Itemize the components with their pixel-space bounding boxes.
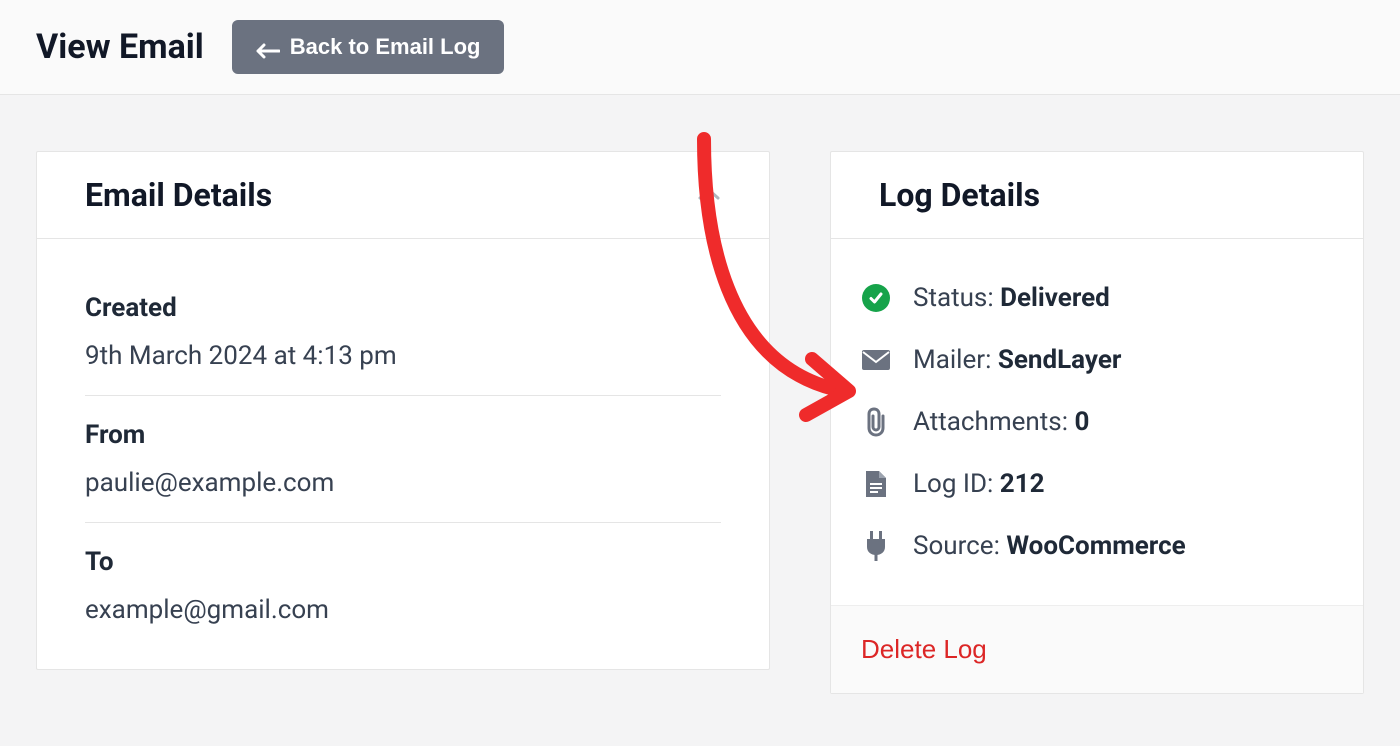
mailer-icon <box>861 345 891 375</box>
mailer-value: SendLayer <box>998 345 1122 375</box>
email-details-header[interactable]: Email Details <box>37 152 769 239</box>
log-details-header: Log Details <box>831 152 1363 239</box>
created-label: Created <box>85 293 721 323</box>
status-icon <box>861 283 891 313</box>
status-value: Delivered <box>1000 283 1110 313</box>
document-icon <box>864 469 888 499</box>
log-id-value: 212 <box>1000 469 1045 499</box>
log-row-status: Status: Delivered <box>861 267 1333 329</box>
page-header: View Email Back to Email Log <box>0 0 1400 95</box>
page-title: View Email <box>36 27 204 67</box>
mailer-text: Mailer: SendLayer <box>913 345 1121 375</box>
status-label: Status: <box>913 283 1000 313</box>
log-row-mailer: Mailer: SendLayer <box>861 329 1333 391</box>
field-from: From paulie@example.com <box>85 396 721 522</box>
attachments-text: Attachments: 0 <box>913 407 1089 437</box>
to-value: example@gmail.com <box>85 595 721 625</box>
from-label: From <box>85 420 721 450</box>
source-label: Source: <box>913 531 1006 561</box>
log-id-label: Log ID: <box>913 469 1000 499</box>
log-details-heading: Log Details <box>879 176 1315 214</box>
paperclip-icon <box>863 407 889 437</box>
check-circle-icon <box>862 284 890 312</box>
attachments-icon <box>861 407 891 437</box>
plug-icon <box>863 531 889 561</box>
created-value: 9th March 2024 at 4:13 pm <box>85 341 721 371</box>
log-row-attachments: Attachments: 0 <box>861 391 1333 453</box>
delete-section: Delete Log <box>831 605 1363 693</box>
log-details-body: Status: Delivered Mailer: SendLayer <box>831 239 1363 605</box>
status-text: Status: Delivered <box>913 283 1110 313</box>
from-value: paulie@example.com <box>85 468 721 498</box>
email-details-body: Created 9th March 2024 at 4:13 pm From p… <box>37 239 769 669</box>
email-details-heading: Email Details <box>85 176 721 214</box>
content-area: Email Details Created 9th March 2024 at … <box>0 95 1400 694</box>
chevron-up-icon <box>697 186 721 200</box>
field-to: To example@gmail.com <box>85 523 721 649</box>
field-created: Created 9th March 2024 at 4:13 pm <box>85 269 721 395</box>
to-label: To <box>85 547 721 577</box>
attachments-value: 0 <box>1074 407 1089 437</box>
source-value: WooCommerce <box>1006 531 1185 561</box>
source-icon <box>861 531 891 561</box>
arrow-left-icon <box>256 39 280 55</box>
source-text: Source: WooCommerce <box>913 531 1186 561</box>
mailer-label: Mailer: <box>913 345 998 375</box>
back-to-email-log-button[interactable]: Back to Email Log <box>232 20 505 74</box>
log-details-card: Log Details Status: Delivered <box>830 151 1364 694</box>
delete-log-button[interactable]: Delete Log <box>861 634 987 665</box>
back-button-label: Back to Email Log <box>290 34 481 60</box>
log-id-text: Log ID: 212 <box>913 469 1045 499</box>
log-row-source: Source: WooCommerce <box>861 515 1333 577</box>
log-id-icon <box>861 469 891 499</box>
log-row-log-id: Log ID: 212 <box>861 453 1333 515</box>
envelope-icon <box>861 349 891 371</box>
attachments-label: Attachments: <box>913 407 1074 437</box>
email-details-card: Email Details Created 9th March 2024 at … <box>36 151 770 670</box>
